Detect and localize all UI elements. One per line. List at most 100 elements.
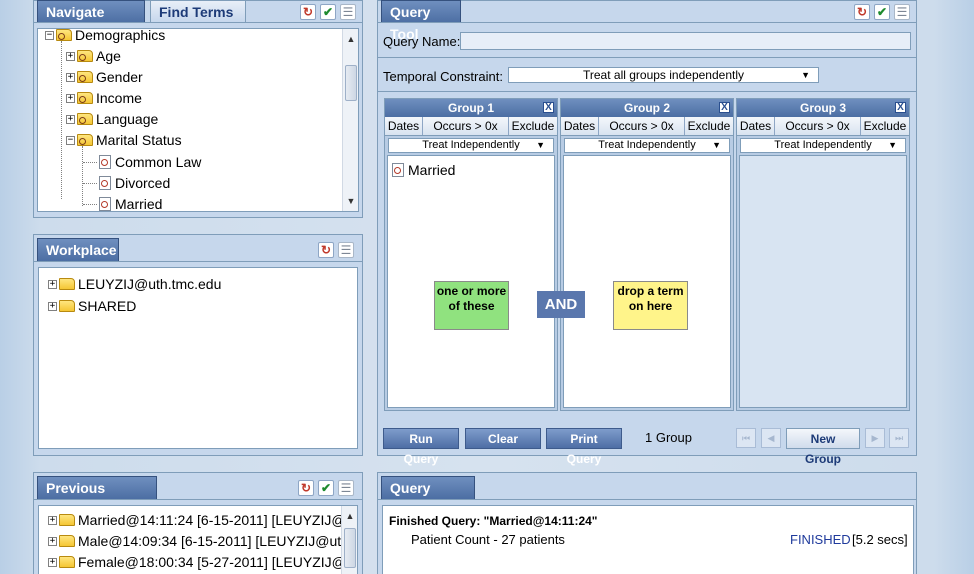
document-icon[interactable]: ☰ (338, 480, 354, 496)
next-page-icon[interactable]: ▶ (865, 428, 885, 448)
query-group-3: Group 3 X Dates Occurs > 0x Exclude Trea… (736, 98, 910, 411)
document-icon[interactable]: ☰ (338, 242, 354, 258)
document-icon[interactable]: ☰ (340, 4, 356, 20)
refresh-icon[interactable]: ↻ (298, 480, 314, 496)
expand-icon[interactable]: + (66, 93, 75, 103)
tree-item-gender[interactable]: + Gender (66, 67, 143, 87)
tree-item-label: Demographics (75, 28, 166, 43)
hint-drop-term: drop a term on here (613, 281, 688, 330)
group-header: Group 2 X (561, 99, 733, 117)
tree-item-age[interactable]: + Age (66, 46, 121, 66)
close-icon[interactable]: X (895, 102, 906, 113)
group-drop-area[interactable] (739, 155, 907, 408)
workplace-item-shared[interactable]: + SHARED (48, 296, 136, 316)
expand-icon[interactable]: + (66, 51, 75, 61)
tree-scrollbar[interactable]: ▲ ▼ (342, 29, 358, 211)
previous-query-item[interactable]: + Male@14:09:34 [6-15-2011] [LEUYZIJ@uth… (48, 531, 357, 551)
expand-icon[interactable]: + (48, 536, 57, 546)
occurs-button[interactable]: Occurs > 0x (599, 117, 685, 135)
run-query-button[interactable]: Run Query (383, 428, 459, 466)
workplace-tree: + LEUYZIJ@uth.tmc.edu + SHARED (38, 267, 358, 449)
new-group-button[interactable]: New Group (786, 428, 860, 466)
group-mode-select[interactable]: Treat Independently ▼ (388, 138, 554, 153)
scroll-down-icon[interactable]: ▼ (343, 193, 358, 209)
query-icon (59, 514, 75, 526)
scroll-thumb[interactable] (344, 528, 356, 568)
hint-one-or-more: one or more of these (434, 281, 509, 330)
scroll-thumb[interactable] (345, 65, 357, 101)
tab-navigate-terms[interactable]: Navigate Terms (37, 0, 145, 42)
tree-item-demographics[interactable]: − Demographics (45, 28, 166, 45)
tab-query-tool[interactable]: Query Tool (381, 0, 461, 42)
group-mode-select[interactable]: Treat Independently ▼ (564, 138, 730, 153)
refresh-icon[interactable]: ↻ (318, 242, 334, 258)
occurs-button[interactable]: Occurs > 0x (423, 117, 509, 135)
group-term-item[interactable]: Married (392, 160, 455, 180)
collapse-icon[interactable]: − (45, 30, 54, 40)
expand-icon[interactable]: + (48, 515, 57, 525)
tree-item-married[interactable]: Married (99, 194, 162, 211)
exclude-button[interactable]: Exclude (861, 117, 909, 135)
refresh-icon[interactable]: ↻ (854, 4, 870, 20)
expand-icon[interactable]: + (48, 279, 57, 289)
tab-find-terms[interactable]: Find Terms (150, 0, 246, 23)
term-icon (99, 197, 111, 211)
query-name-label: Query Name: (383, 34, 461, 49)
group-mode-value: Treat Independently (598, 139, 696, 151)
term-icon (392, 163, 404, 177)
close-icon[interactable]: X (719, 102, 730, 113)
group-mode-select[interactable]: Treat Independently ▼ (740, 138, 906, 153)
exclude-button[interactable]: Exclude (509, 117, 557, 135)
tab-query-status[interactable]: Query Status (381, 476, 475, 518)
tree-item-income[interactable]: + Income (66, 88, 142, 108)
group-mode-value: Treat Independently (774, 139, 872, 151)
refresh-icon[interactable]: ↻ (300, 4, 316, 20)
group-count: 1 Group (645, 430, 692, 445)
tree-item-label: Gender (96, 69, 143, 85)
group-toolbar: Dates Occurs > 0x Exclude (385, 117, 557, 136)
tree-item-marital-status[interactable]: − Marital Status (66, 130, 182, 150)
query-name-input[interactable] (460, 32, 911, 50)
clear-button[interactable]: Clear (465, 428, 541, 449)
expand-icon[interactable]: + (48, 557, 57, 567)
document-icon[interactable]: ☰ (894, 4, 910, 20)
expand-icon[interactable]: + (48, 301, 57, 311)
last-page-icon[interactable]: ⏭ (889, 428, 909, 448)
check-icon[interactable]: ✔ (320, 4, 336, 20)
tree-item-common-law[interactable]: Common Law (99, 152, 201, 172)
dates-button[interactable]: Dates (385, 117, 423, 135)
expand-icon[interactable]: + (66, 114, 75, 124)
tree-item-label: Common Law (115, 154, 202, 170)
scroll-up-icon[interactable]: ▲ (342, 508, 357, 524)
expand-icon[interactable]: + (66, 72, 75, 82)
collapse-icon[interactable]: − (66, 135, 75, 145)
navigate-panel-icons: ↻ ✔ ☰ (300, 4, 356, 20)
first-page-icon[interactable]: ⏮ (736, 428, 756, 448)
previous-queries-list: + Married@14:11:24 [6-15-2011] [LEUYZIJ@… (38, 505, 358, 574)
dates-button[interactable]: Dates (737, 117, 775, 135)
previous-page-icon[interactable]: ◀ (761, 428, 781, 448)
check-icon[interactable]: ✔ (318, 480, 334, 496)
tree-item-divorced[interactable]: Divorced (99, 173, 170, 193)
scroll-up-icon[interactable]: ▲ (343, 31, 358, 47)
tree-item-label: Income (96, 90, 142, 106)
tab-divider (378, 22, 916, 23)
folder-icon (77, 134, 93, 146)
exclude-button[interactable]: Exclude (685, 117, 733, 135)
close-icon[interactable]: X (543, 102, 554, 113)
dates-button[interactable]: Dates (561, 117, 599, 135)
tree-item-language[interactable]: + Language (66, 109, 158, 129)
print-query-button[interactable]: Print Query (546, 428, 622, 466)
tab-previous-queries[interactable]: Previous Queries (37, 476, 157, 518)
workplace-item-user[interactable]: + LEUYZIJ@uth.tmc.edu (48, 274, 221, 294)
previous-query-item[interactable]: + Married@14:11:24 [6-15-2011] [LEUYZIJ@… (48, 510, 357, 530)
temporal-constraint-select[interactable]: Treat all groups independently ▼ (508, 67, 819, 83)
occurs-button[interactable]: Occurs > 0x (775, 117, 861, 135)
query-tool-panel: Query Tool ↻ ✔ ☰ Query Name: Temporal Co… (377, 0, 917, 466)
tab-workplace[interactable]: Workplace (37, 238, 119, 261)
check-icon[interactable]: ✔ (874, 4, 890, 20)
previous-query-item[interactable]: + Female@18:00:34 [5-27-2011] [LEUYZIJ@u… (48, 552, 357, 572)
previous-queries-scrollbar[interactable]: ▲ (341, 506, 357, 574)
previous-queries-panel: Previous Queries ↻ ✔ ☰ + Married@14:11:2… (33, 472, 363, 574)
tree-item-label: Divorced (115, 175, 171, 191)
